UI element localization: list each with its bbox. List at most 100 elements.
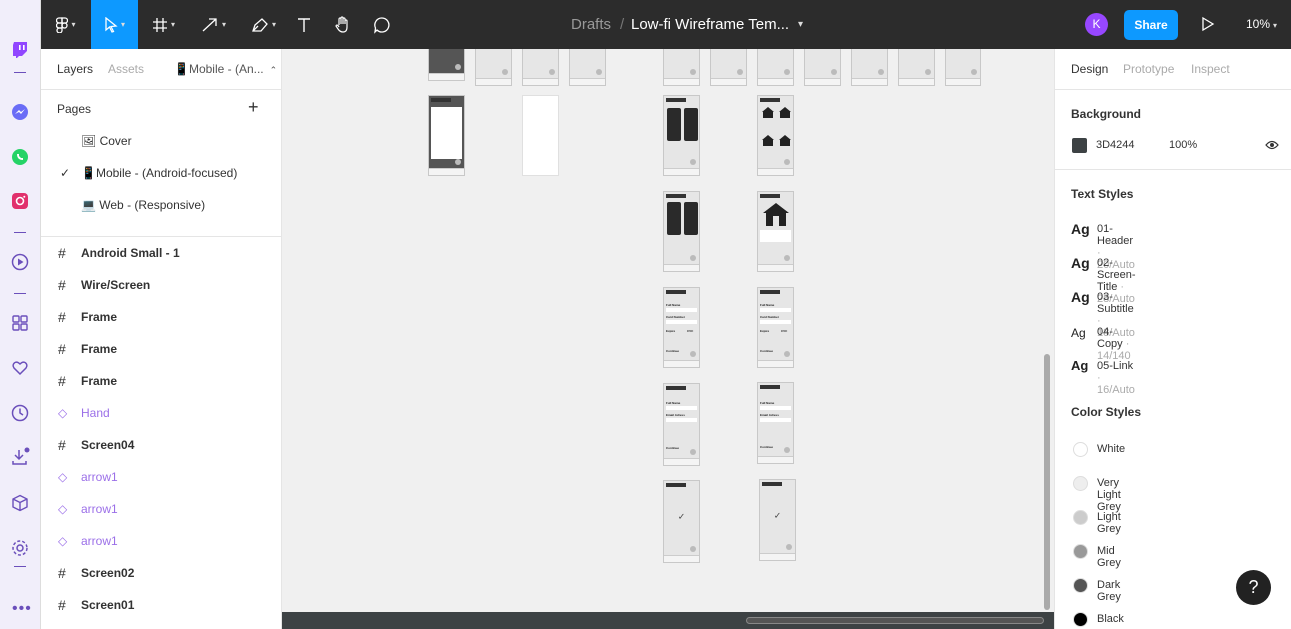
- cube-icon[interactable]: [10, 493, 30, 513]
- wireframe-frame[interactable]: [710, 49, 747, 86]
- share-button[interactable]: Share: [1124, 10, 1178, 40]
- wireframe-frame[interactable]: [898, 49, 935, 86]
- text-style-meta: · 16/Auto: [1097, 372, 1135, 396]
- page-item-web[interactable]: 💻 Web - (Responsive): [41, 189, 281, 221]
- text-tool[interactable]: [289, 0, 319, 49]
- breadcrumb-drafts[interactable]: Drafts: [571, 0, 611, 49]
- page-item-mobile[interactable]: ✓ 📱Mobile - (Android-focused): [41, 157, 281, 189]
- wireframe-frame[interactable]: [757, 95, 794, 176]
- download-icon[interactable]: [10, 447, 30, 467]
- wireframe-frame-blank[interactable]: [522, 95, 559, 176]
- wireframe-frame[interactable]: Full Name Card Number Expire CVC Continu…: [663, 287, 700, 368]
- color-style-name: Very Light Grey: [1097, 477, 1121, 513]
- frame-tool[interactable]: ▾: [141, 0, 186, 49]
- wireframe-frame[interactable]: [851, 49, 888, 86]
- hand-tool[interactable]: [328, 0, 358, 49]
- move-tool[interactable]: ▾: [91, 0, 138, 49]
- wireframe-frame[interactable]: Full Name Email Adress Continue: [757, 382, 794, 464]
- layer-item[interactable]: # Screen02: [41, 557, 281, 589]
- help-button[interactable]: ?: [1236, 570, 1271, 605]
- zoom-level[interactable]: 10% ▾: [1246, 0, 1277, 49]
- wireframe-frame[interactable]: [663, 49, 700, 86]
- frame-footer: [852, 78, 887, 85]
- frame-footer: [899, 78, 934, 85]
- form-label: Full Name: [666, 401, 681, 405]
- wireframe-frame[interactable]: Full Name Card Number Expire CVC Continu…: [757, 287, 794, 368]
- instagram-icon[interactable]: [10, 191, 30, 211]
- figma-main-menu[interactable]: ▾: [41, 0, 91, 49]
- component-diamond-icon: ◇: [58, 470, 68, 484]
- layer-item[interactable]: # Frame: [41, 301, 281, 333]
- frame-content: [760, 230, 791, 242]
- pen-tool[interactable]: ▾: [241, 0, 286, 49]
- text-style-label: 01-Header: [1097, 223, 1134, 247]
- twitch-icon[interactable]: [10, 40, 30, 60]
- frame-fab: [690, 351, 696, 357]
- frame-header: [762, 482, 782, 486]
- wireframe-frame[interactable]: [522, 49, 559, 86]
- wireframe-frame[interactable]: ✓: [759, 479, 796, 561]
- arrow-tool[interactable]: ▾: [191, 0, 236, 49]
- design-canvas[interactable]: Full Name Card Number Expire CVC Continu…: [282, 49, 1054, 612]
- layer-item[interactable]: # Screen01: [41, 589, 281, 621]
- present-play-icon[interactable]: [1201, 16, 1215, 35]
- wireframe-frame[interactable]: [757, 49, 794, 86]
- wireframe-frame[interactable]: [804, 49, 841, 86]
- layer-label: Wire/Screen: [81, 278, 151, 292]
- layer-item[interactable]: # Wire/Screen: [41, 269, 281, 301]
- text-style-label: 05-Link: [1097, 360, 1134, 372]
- wireframe-frame[interactable]: ✓: [663, 480, 700, 563]
- background-color-swatch[interactable]: [1072, 138, 1087, 153]
- tab-layers[interactable]: Layers: [57, 62, 93, 76]
- tab-design[interactable]: Design: [1071, 62, 1108, 76]
- tab-inspect[interactable]: Inspect: [1191, 62, 1230, 76]
- tab-assets[interactable]: Assets: [108, 62, 144, 76]
- page-item-cover[interactable]: 🖼 Cover: [41, 125, 281, 157]
- tab-prototype[interactable]: Prototype: [1123, 62, 1174, 76]
- clock-icon[interactable]: [10, 403, 30, 423]
- layer-item[interactable]: ◇ arrow1: [41, 493, 281, 525]
- layer-item[interactable]: ◇ Hand: [41, 397, 281, 429]
- wireframe-frame[interactable]: Full Name Email Adress Continue: [663, 383, 700, 466]
- file-name[interactable]: Low-fi Wireframe Tem...: [631, 0, 789, 49]
- wireframe-frame[interactable]: [569, 49, 606, 86]
- wireframe-frame[interactable]: [663, 191, 700, 272]
- wireframe-frame[interactable]: [475, 49, 512, 86]
- wireframe-frame[interactable]: [945, 49, 981, 86]
- frame-fab: [784, 255, 790, 261]
- horizontal-scrollbar[interactable]: [746, 617, 1044, 624]
- design-panel: Design Prototype Inspect Background 3D42…: [1054, 49, 1291, 629]
- rail-divider: [14, 293, 26, 294]
- text-styles-title: Text Styles: [1071, 187, 1134, 201]
- avatar[interactable]: K: [1085, 13, 1108, 36]
- whatsapp-icon[interactable]: [10, 147, 30, 167]
- house-icons: [762, 107, 791, 146]
- wireframe-frame[interactable]: [757, 191, 794, 272]
- eye-icon[interactable]: [1265, 139, 1279, 154]
- heart-icon[interactable]: [10, 358, 30, 378]
- chevron-down-icon[interactable]: ▾: [798, 0, 803, 49]
- wireframe-frame[interactable]: [663, 95, 700, 176]
- frame-fab: [549, 69, 555, 75]
- layer-item[interactable]: # Frame: [41, 365, 281, 397]
- more-dots-icon[interactable]: •••: [12, 600, 32, 618]
- messenger-icon[interactable]: [10, 102, 30, 122]
- layer-item[interactable]: # Screen04: [41, 429, 281, 461]
- vertical-scrollbar[interactable]: [1044, 354, 1050, 610]
- frame-footer: [758, 168, 793, 175]
- settings-icon[interactable]: [10, 538, 30, 558]
- form-field: [666, 320, 697, 324]
- wireframe-frame[interactable]: [428, 95, 465, 176]
- layer-item[interactable]: # Android Small - 1: [41, 237, 281, 269]
- comment-tool[interactable]: [367, 0, 397, 49]
- background-opacity-input[interactable]: 100%: [1169, 139, 1197, 151]
- layer-item[interactable]: ◇ arrow1: [41, 461, 281, 493]
- layer-item[interactable]: ◇ arrow1: [41, 525, 281, 557]
- add-page-button[interactable]: +: [248, 97, 259, 118]
- page-selector[interactable]: 📱Mobile - (An... ⌃: [174, 62, 277, 76]
- wireframe-frame[interactable]: [428, 49, 465, 81]
- apps-grid-icon[interactable]: [10, 313, 30, 333]
- layer-item[interactable]: # Frame: [41, 333, 281, 365]
- play-circle-icon[interactable]: [10, 252, 30, 272]
- background-hex-input[interactable]: 3D4244: [1096, 139, 1135, 151]
